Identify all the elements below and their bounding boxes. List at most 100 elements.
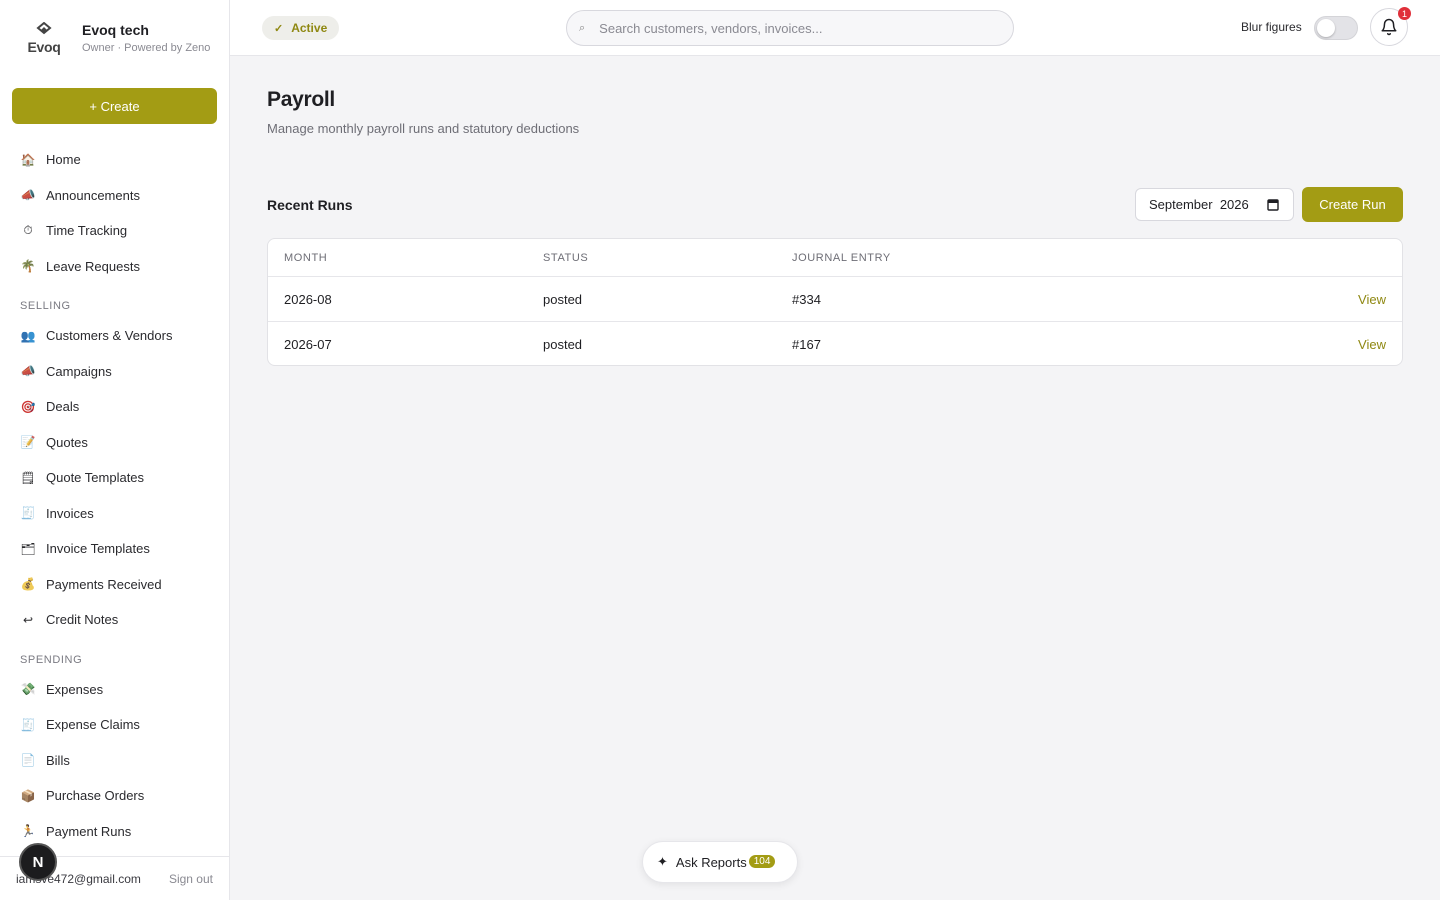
- create-button[interactable]: + Create: [12, 88, 217, 124]
- brand-header: Evoq Evoq tech Owner · Powered by Zeno: [0, 0, 229, 76]
- view-link[interactable]: View: [1358, 292, 1386, 307]
- people-icon: 👥: [20, 328, 36, 343]
- cell-month: 2026-07: [284, 337, 332, 352]
- sidebar-item-leave-requests[interactable]: 🌴 Leave Requests: [0, 249, 229, 285]
- search-input[interactable]: [599, 20, 980, 36]
- month-picker-value: September 2026: [1149, 197, 1249, 212]
- company-logo[interactable]: Evoq: [22, 18, 66, 58]
- sidebar-item-label: Credit Notes: [46, 612, 119, 628]
- bell-icon: [1381, 18, 1397, 36]
- view-link[interactable]: View: [1358, 337, 1386, 352]
- sidebar-item-bills[interactable]: 📄 Bills: [0, 743, 229, 779]
- check-icon: ✓: [274, 22, 284, 35]
- cell-status: posted: [543, 337, 583, 352]
- notification-badge: 1: [1398, 7, 1411, 20]
- logo-mark-icon: [36, 21, 52, 34]
- receipt-icon: 🧾: [20, 717, 36, 732]
- sidebar-item-label: Home: [46, 152, 81, 168]
- sidebar-item-label: Invoice Templates: [46, 541, 150, 557]
- ask-reports-label: Ask Reports: [675, 854, 747, 870]
- notifications-button[interactable]: 1: [1370, 7, 1411, 46]
- topbar: ✓ Active ⌕ Blur figures 1: [230, 0, 1440, 56]
- sidebar-item-time-tracking[interactable]: ⏱ Time Tracking: [0, 213, 229, 249]
- sidebar-item-label: Customers & Vendors: [46, 328, 173, 344]
- create-run-button[interactable]: Create Run: [1302, 187, 1403, 222]
- runner-icon: 🏃: [20, 824, 36, 839]
- sidebar-item-label: Time Tracking: [46, 223, 128, 239]
- sidebar-item-deals[interactable]: 🎯 Deals: [0, 389, 229, 425]
- cell-status: posted: [543, 291, 583, 307]
- megaphone-icon: 📣: [20, 364, 36, 379]
- notepad-icon: 🗒: [20, 470, 36, 485]
- sidebar-item-invoices[interactable]: 🧾 Invoices: [0, 496, 229, 532]
- sidebar-item-expense-claims[interactable]: 🧾 Expense Claims: [0, 707, 229, 743]
- sidebar-item-credit-notes[interactable]: ↩ Credit Notes: [0, 602, 229, 638]
- month-picker[interactable]: September 2026: [1135, 188, 1294, 221]
- status-badge-label: Active: [291, 21, 328, 35]
- sparkle-icon: ✦: [657, 854, 668, 869]
- sidebar-item-label: Deals: [46, 399, 80, 415]
- money-bag-icon: 💰: [20, 577, 36, 592]
- stopwatch-icon: ⏱: [23, 223, 33, 238]
- status-badge: ✓ Active: [262, 16, 340, 40]
- column-header-journal-entry[interactable]: JOURNAL ENTRY: [792, 252, 1192, 264]
- sidebar-item-label: Bills: [46, 752, 70, 768]
- sidebar-item-customers-vendors[interactable]: 👥 Customers & Vendors: [0, 318, 229, 354]
- avatar[interactable]: N: [19, 843, 57, 881]
- ask-reports-button[interactable]: ✦ Ask Reports 104: [642, 841, 798, 883]
- search-bar[interactable]: ⌕: [566, 10, 1014, 46]
- company-name: Evoq tech: [82, 22, 149, 38]
- sidebar-item-home[interactable]: 🏠 Home: [0, 142, 229, 178]
- sign-out-link[interactable]: Sign out: [169, 872, 213, 886]
- sidebar-item-quotes[interactable]: 📝 Quotes: [0, 425, 229, 461]
- sidebar-item-label: Expenses: [46, 681, 104, 697]
- sidebar-item-label: Campaigns: [46, 363, 112, 379]
- calendar-icon[interactable]: [1267, 198, 1279, 211]
- sidebar-item-label: Announcements: [46, 187, 140, 203]
- home-icon: 🏠: [20, 152, 36, 167]
- flying-money-icon: 💸: [20, 682, 36, 697]
- blur-figures-label: Blur figures: [1241, 20, 1302, 34]
- table-row: 2026-07 posted #167 View: [268, 322, 1402, 365]
- memo-icon: 📝: [20, 435, 36, 450]
- sidebar-item-label: Invoices: [46, 505, 94, 521]
- sidebar-item-campaigns[interactable]: 📣 Campaigns: [0, 354, 229, 390]
- user-role: Owner · Powered by Zeno: [82, 42, 211, 54]
- sidebar-item-expenses[interactable]: 💸 Expenses: [0, 672, 229, 708]
- page-subtitle: Manage monthly payroll runs and statutor…: [267, 121, 580, 136]
- sidebar-item-quote-templates[interactable]: 🗒 Quote Templates: [0, 460, 229, 496]
- sidebar-item-label: Payments Received: [46, 576, 162, 592]
- sidebar-section-spending: SPENDING: [20, 653, 83, 666]
- sidebar-item-label: Quote Templates: [46, 470, 145, 486]
- sidebar: Evoq Evoq tech Owner · Powered by Zeno +…: [0, 0, 230, 900]
- sidebar-nav: 🏠 Home 📣 Announcements ⏱ Time Tracking 🌴 Lea…: [0, 142, 229, 856]
- sidebar-item-label: Quotes: [46, 434, 88, 450]
- table-header: MONTH STATUS JOURNAL ENTRY: [268, 239, 1402, 277]
- ask-reports-count: 104: [748, 854, 776, 868]
- logo-wordmark: Evoq: [27, 38, 61, 55]
- payroll-runs-table: MONTH STATUS JOURNAL ENTRY 2026-08 poste…: [267, 238, 1403, 366]
- sidebar-item-invoice-templates[interactable]: 🗂 Invoice Templates: [0, 531, 229, 567]
- megaphone-icon: 📣: [20, 188, 36, 203]
- sidebar-item-label: Purchase Orders: [46, 788, 145, 804]
- sidebar-item-announcements[interactable]: 📣 Announcements: [0, 178, 229, 214]
- cell-journal-entry: #167: [792, 337, 821, 352]
- sidebar-item-payments-received[interactable]: 💰 Payments Received: [0, 567, 229, 603]
- column-header-status[interactable]: STATUS: [543, 252, 792, 264]
- page-title: Payroll: [267, 88, 335, 111]
- target-icon: 🎯: [20, 399, 36, 414]
- receipt-icon: 🧾: [20, 506, 36, 521]
- sidebar-item-label: Payment Runs: [46, 823, 132, 839]
- sidebar-item-purchase-orders[interactable]: 📦 Purchase Orders: [0, 778, 229, 814]
- return-arrow-icon: ↩: [22, 612, 34, 627]
- palm-tree-icon: 🌴: [20, 259, 36, 274]
- blur-figures-toggle[interactable]: [1314, 16, 1358, 40]
- package-icon: 📦: [20, 788, 36, 803]
- document-icon: 📄: [20, 753, 36, 768]
- section-title: Recent Runs: [267, 197, 353, 213]
- cell-month: 2026-08: [284, 291, 332, 307]
- sidebar-item-label: Expense Claims: [46, 717, 140, 733]
- sidebar-section-selling: SELLING: [20, 300, 71, 312]
- column-header-month[interactable]: MONTH: [268, 252, 543, 264]
- search-icon: ⌕: [579, 21, 586, 34]
